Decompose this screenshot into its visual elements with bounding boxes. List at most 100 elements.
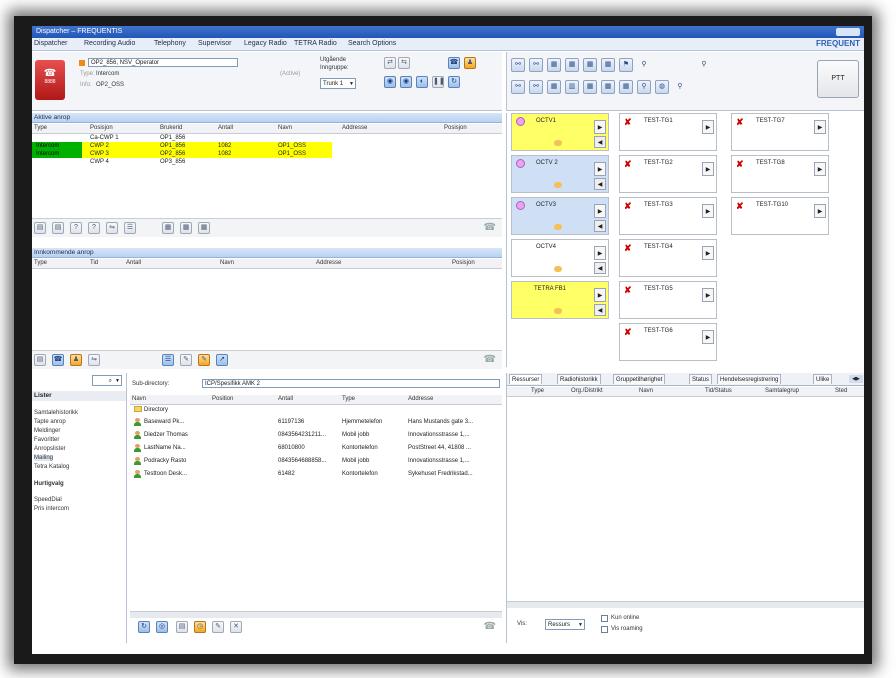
group-icon[interactable]: ▦: [583, 80, 597, 94]
window-controls[interactable]: [836, 28, 860, 36]
col-posisjon[interactable]: Posisjon: [90, 124, 113, 133]
group-icon[interactable]: ▦: [547, 58, 561, 72]
chevron-right-icon[interactable]: ▶: [702, 246, 714, 260]
ptt-button[interactable]: PTT: [817, 60, 859, 98]
list-icon[interactable]: ☰: [124, 222, 136, 234]
grid-icon[interactable]: ▦: [180, 222, 192, 234]
trunk-select[interactable]: Trunk 1 ▼: [320, 78, 356, 89]
list-item[interactable]: Mailing: [34, 455, 54, 461]
col-posisjon-2[interactable]: Posisjon: [444, 124, 467, 133]
speaker-icon[interactable]: ◀: [594, 220, 606, 232]
question-icon[interactable]: ?: [88, 222, 100, 234]
chevron-right-icon[interactable]: ▶: [702, 162, 714, 176]
user-icon[interactable]: ♟: [70, 354, 82, 366]
col-samtalegrup[interactable]: Samtalegrup: [765, 387, 799, 396]
talkgroup-tile-test-tg7[interactable]: ✘ TEST-TG7 ▶: [731, 113, 829, 151]
talkgroup-tile-octv1[interactable]: OCTV1 ▶ ◀: [511, 113, 609, 151]
tab-gruppetilhorighet[interactable]: Gruppetilhørighet: [613, 374, 666, 384]
speaker-icon[interactable]: ◀: [594, 178, 606, 190]
doc-icon[interactable]: ▤: [52, 222, 64, 234]
col-tid-status[interactable]: Tid/Status: [705, 387, 732, 396]
speaker-icon[interactable]: ◀: [594, 136, 606, 148]
signal-icon[interactable]: ⚲: [673, 80, 687, 94]
chevron-right-icon[interactable]: ▶: [594, 288, 606, 302]
col-addresse[interactable]: Addresse: [316, 259, 341, 268]
chevron-right-icon[interactable]: ▶: [814, 204, 826, 218]
close-icon[interactable]: ✕: [230, 621, 242, 633]
menu-telephony[interactable]: Telephony: [154, 38, 186, 50]
table-row[interactable]: Testtoon Desk... 61482 Kontortelefon Syk…: [130, 470, 502, 479]
menu-search-options[interactable]: Search Options: [348, 38, 396, 50]
list-item[interactable]: Tapte anrop: [34, 419, 66, 425]
chevron-right-icon[interactable]: ▶: [594, 120, 606, 134]
directory-horizontal-scrollbar[interactable]: [130, 611, 502, 618]
col-posisjon[interactable]: Posisjon: [452, 259, 475, 268]
col-navn[interactable]: Navn: [132, 395, 146, 404]
doc-icon[interactable]: ▤: [176, 621, 188, 633]
pin-icon[interactable]: ⚲: [637, 80, 651, 94]
headset-icon[interactable]: ◐: [416, 76, 428, 88]
chevron-right-icon[interactable]: ▶: [702, 120, 714, 134]
link-icon[interactable]: ⚯: [511, 58, 525, 72]
chevron-right-icon[interactable]: ▶: [594, 204, 606, 218]
list-item[interactable]: Meldinger: [34, 428, 60, 434]
handset-icon[interactable]: ☎: [484, 222, 496, 233]
speaker-icon[interactable]: ◀: [594, 262, 606, 274]
menu-recording-audio[interactable]: Recording Audio: [84, 38, 135, 50]
table-row[interactable]: CWP 4 OP3_856: [32, 158, 502, 166]
signal-icon[interactable]: ⚲: [697, 58, 711, 72]
link-icon[interactable]: ⚯: [529, 80, 543, 94]
list-item[interactable]: Anropslister: [34, 446, 66, 452]
table-row[interactable]: LastName Na... 68010800 Kontortelefon Po…: [130, 444, 502, 453]
list-search-box[interactable]: ⌕ ▼: [92, 375, 122, 386]
talkgroup-tile-test-tg3[interactable]: ✘ TEST-TG3 ▶: [619, 197, 717, 235]
handset-up-icon[interactable]: ☎: [448, 57, 460, 69]
menu-legacy-radio[interactable]: Legacy Radio: [244, 38, 287, 50]
sub-directory-field[interactable]: ICP/Spesifikk AMK 2: [202, 379, 500, 388]
group-icon[interactable]: ▦: [619, 80, 633, 94]
table-row[interactable]: Diedzer Thomas 0843564231211... Mobil jo…: [130, 431, 502, 440]
menu-dispatcher[interactable]: Dispatcher: [34, 38, 67, 50]
col-position[interactable]: Position: [212, 395, 233, 404]
col-org-distrikt[interactable]: Org./Distrikt: [571, 387, 603, 396]
col-brukerid[interactable]: Brukerid: [160, 124, 182, 133]
handset-icon[interactable]: ☎: [484, 621, 496, 632]
table-row[interactable]: Intercom CWP 3 OP2_856 1082 OP1_OSS: [32, 150, 332, 158]
hold-icon[interactable]: ❚❚: [432, 76, 445, 88]
group-icon[interactable]: ▦: [547, 80, 561, 94]
clock-icon[interactable]: ◷: [194, 621, 206, 633]
talkgroup-tile-test-tg4[interactable]: ✘ TEST-TG4 ▶: [619, 239, 717, 277]
talkgroup-tile-test-tg8[interactable]: ✘ TEST-TG8 ▶: [731, 155, 829, 193]
grid-icon[interactable]: ▦: [162, 222, 174, 234]
end-call-button[interactable]: ☎ 8888: [35, 60, 65, 100]
list-item[interactable]: Tetra Katalog: [34, 464, 69, 470]
edit-icon[interactable]: ✎: [212, 621, 224, 633]
target-icon[interactable]: ◎: [156, 621, 168, 633]
grid-icon[interactable]: ▦: [198, 222, 210, 234]
talkgroup-tile-test-tg10[interactable]: ✘ TEST-TG10 ▶: [731, 197, 829, 235]
chevron-right-icon[interactable]: ▶: [594, 246, 606, 260]
caller-field[interactable]: OP2_856, NSV_Operator: [88, 58, 238, 67]
group-icon[interactable]: ▦: [583, 58, 597, 72]
tab-ulike[interactable]: Ulike: [813, 374, 833, 384]
col-type[interactable]: Type: [34, 259, 47, 268]
forward-icon[interactable]: ↗: [216, 354, 228, 366]
mic-icon[interactable]: ◉: [384, 76, 396, 88]
speaker-icon[interactable]: ◀: [594, 304, 606, 316]
tab-scroll-arrows[interactable]: ◀▶: [849, 375, 863, 383]
link-icon[interactable]: ⚯: [511, 80, 525, 94]
menu-supervisor[interactable]: Supervisor: [198, 38, 231, 50]
col-antall[interactable]: Antall: [278, 395, 293, 404]
col-sted[interactable]: Sted: [835, 387, 847, 396]
chevron-right-icon[interactable]: ▶: [594, 162, 606, 176]
book-icon[interactable]: ▥: [565, 80, 579, 94]
shortcut-item[interactable]: Pris intercom: [34, 506, 69, 512]
link-icon[interactable]: ⚯: [529, 58, 543, 72]
tag-icon[interactable]: ✎: [198, 354, 210, 366]
col-navn[interactable]: Navn: [278, 124, 292, 133]
group-icon[interactable]: ▦: [601, 58, 615, 72]
tab-hendelsesregistrering[interactable]: Hendelsesregistrering: [717, 374, 782, 384]
flag-icon[interactable]: ⚑: [619, 58, 633, 72]
chevron-right-icon[interactable]: ▶: [702, 204, 714, 218]
col-type[interactable]: Type: [34, 124, 47, 133]
